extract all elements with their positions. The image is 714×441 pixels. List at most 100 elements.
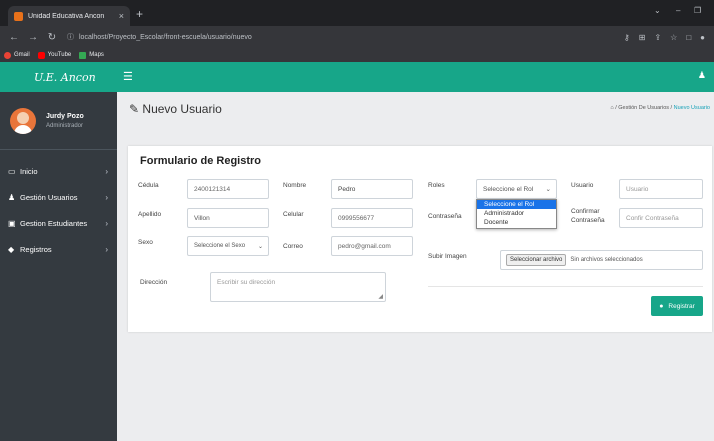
chevron-right-icon: › [105, 244, 108, 254]
apellido-label: Apellido [138, 211, 162, 218]
apellido-field[interactable]: Villon [187, 208, 269, 228]
chevron-right-icon: › [105, 218, 108, 228]
bookmark-youtube[interactable]: YouTube [37, 51, 72, 59]
sidebar-item-label: Registros [20, 244, 52, 254]
new-tab-button[interactable]: + [136, 7, 143, 21]
direccion-textarea[interactable]: Escribir su dirección ◢ [210, 272, 386, 302]
chevron-down-icon[interactable]: ⌄ [654, 6, 661, 15]
user-panel: Jurdy Pozo Administrador [0, 92, 117, 150]
breadcrumb-active: Nuevo Usuario [673, 105, 710, 111]
profile-icon[interactable]: ● [700, 33, 705, 42]
roles-select[interactable]: Seleccione el Rol ⌄ [476, 179, 557, 199]
minimize-icon[interactable]: – [676, 6, 680, 15]
sidebar: U.E. Ancon Jurdy Pozo Administrador ▭ In… [0, 62, 117, 441]
registration-form-card: Formulario de Registro Cédula 2400121314… [128, 146, 712, 332]
hamburger-menu-icon[interactable]: ☰ [123, 70, 133, 83]
avatar [10, 107, 36, 134]
gmail-icon [4, 51, 11, 59]
file-status: Sin archivos seleccionados [570, 257, 643, 263]
maps-icon [79, 51, 87, 59]
user-name[interactable]: Jurdy Pozo [46, 113, 84, 120]
sidebar-item-label: Gestión Usuarios [20, 192, 78, 202]
celular-label: Celular [283, 211, 304, 218]
url-text: localhost/Proyecto_Escolar/front-escuela… [79, 33, 252, 41]
browser-tab[interactable]: Unidad Educativa Ancon × [8, 6, 130, 26]
info-icon[interactable]: ⓘ [67, 32, 74, 42]
top-navbar: ☰ ♟ [117, 62, 714, 92]
nombre-label: Nombre [283, 182, 307, 189]
tab-close-icon[interactable]: × [119, 11, 124, 21]
usuario-label: Usuario [571, 182, 594, 189]
user-role: Administrador [46, 122, 84, 129]
cedula-field[interactable]: 2400121314 [187, 179, 269, 199]
favicon-icon [14, 11, 23, 21]
resize-handle-icon[interactable]: ◢ [378, 293, 383, 300]
registrar-label: Registrar [668, 302, 695, 310]
sidebar-item-gestion-estudiantes[interactable]: ▣ Gestion Estudiantes › [0, 210, 117, 236]
back-icon[interactable]: ← [9, 32, 19, 43]
roles-option[interactable]: Administrador [477, 209, 556, 218]
key-icon[interactable]: ⚷ [624, 33, 630, 42]
registrar-button[interactable]: ● Registrar [651, 296, 703, 316]
page-title: ✎ Nuevo Usuario [129, 102, 222, 116]
sexo-selected-value: Seleccione el Sexo [194, 243, 246, 249]
imagen-label: Subir Imagen [428, 253, 467, 260]
desktop-icon: ▭ [8, 166, 16, 176]
sidebar-item-inicio[interactable]: ▭ Inicio › [0, 158, 117, 184]
chevron-down-icon: ⌄ [257, 243, 263, 250]
roles-label: Roles [428, 182, 445, 189]
roles-option[interactable]: Docente [477, 218, 556, 227]
correo-field[interactable]: pedro@gmail.com [331, 236, 413, 256]
share-icon[interactable]: ⇪ [654, 33, 661, 42]
sidebar-item-gestion-usuarios[interactable]: ♟ Gestión Usuarios › [0, 184, 117, 210]
sexo-select[interactable]: Seleccione el Sexo ⌄ [187, 236, 269, 256]
cedula-label: Cédula [138, 182, 159, 189]
form-divider [428, 286, 703, 287]
sidebar-menu: ▭ Inicio › ♟ Gestión Usuarios › ▣ Gestio… [0, 158, 117, 262]
bookmark-label: YouTube [47, 52, 72, 58]
contrasena-label: Contraseña [428, 213, 462, 220]
sexo-label: Sexo [138, 239, 153, 246]
breadcrumb-gestion[interactable]: Gestión De Usuarios [618, 105, 669, 111]
edit-icon: ✎ [129, 102, 140, 116]
id-card-icon: ▣ [8, 218, 16, 228]
correo-label: Correo [283, 243, 303, 250]
bookmark-gmail[interactable]: Gmail [4, 51, 30, 59]
address-bar-row: ← → ↻ ⓘ localhost/Proyecto_Escolar/front… [0, 26, 714, 48]
roles-selected-value: Seleccione el Rol [483, 185, 534, 193]
user-icon: ♟ [8, 192, 16, 202]
bookmarks-bar: Gmail YouTube Maps [0, 48, 714, 62]
form-title: Formulario de Registro [140, 155, 262, 167]
translate-icon[interactable]: ⊞ [639, 33, 646, 42]
url-field[interactable]: ⓘ localhost/Proyecto_Escolar/front-escue… [67, 32, 624, 42]
reload-icon[interactable]: ↻ [47, 32, 57, 43]
sidebar-item-registros[interactable]: ◆ Registros › [0, 236, 117, 262]
home-icon[interactable]: ⌂ [610, 105, 613, 111]
content-header: ✎ Nuevo Usuario ⌂ / Gestión De Usuarios … [117, 92, 714, 126]
browser-tabstrip: Unidad Educativa Ancon × + ⌄ – ❐ [0, 0, 714, 26]
tab-title: Unidad Educativa Ancon [28, 12, 105, 20]
user-menu-icon[interactable]: ♟ [698, 70, 706, 81]
window-icon[interactable]: □ [686, 33, 691, 42]
roles-option[interactable]: Seleccione el Rol [477, 200, 556, 209]
nombre-field[interactable]: Pedro [331, 179, 413, 199]
save-icon: ● [659, 302, 664, 310]
chevron-right-icon: › [105, 192, 108, 202]
choose-file-button[interactable]: Seleccionar archivo [506, 254, 567, 266]
bookmark-label: Gmail [14, 52, 30, 58]
celular-field[interactable]: 0999556677 [331, 208, 413, 228]
file-upload-field: Seleccionar archivo Sin archivos selecci… [500, 250, 703, 270]
sidebar-item-label: Gestion Estudiantes [20, 218, 88, 228]
youtube-icon [37, 51, 45, 59]
roles-dropdown-list: Seleccione el Rol Administrador Docente [476, 199, 557, 229]
usuario-field[interactable]: Usuario [619, 179, 703, 199]
chevron-right-icon: › [105, 166, 108, 176]
brand-logo[interactable]: U.E. Ancon [0, 62, 117, 92]
forward-icon[interactable]: → [28, 32, 38, 43]
direccion-label: Dirección [140, 279, 168, 286]
bookmark-maps[interactable]: Maps [79, 51, 104, 59]
breadcrumb: ⌂ / Gestión De Usuarios / Nuevo Usuario [610, 105, 710, 111]
confirmar-contrasena-field[interactable]: Confir Contraseña [619, 208, 703, 228]
restore-icon[interactable]: ❐ [694, 6, 701, 15]
star-icon[interactable]: ☆ [670, 33, 677, 42]
